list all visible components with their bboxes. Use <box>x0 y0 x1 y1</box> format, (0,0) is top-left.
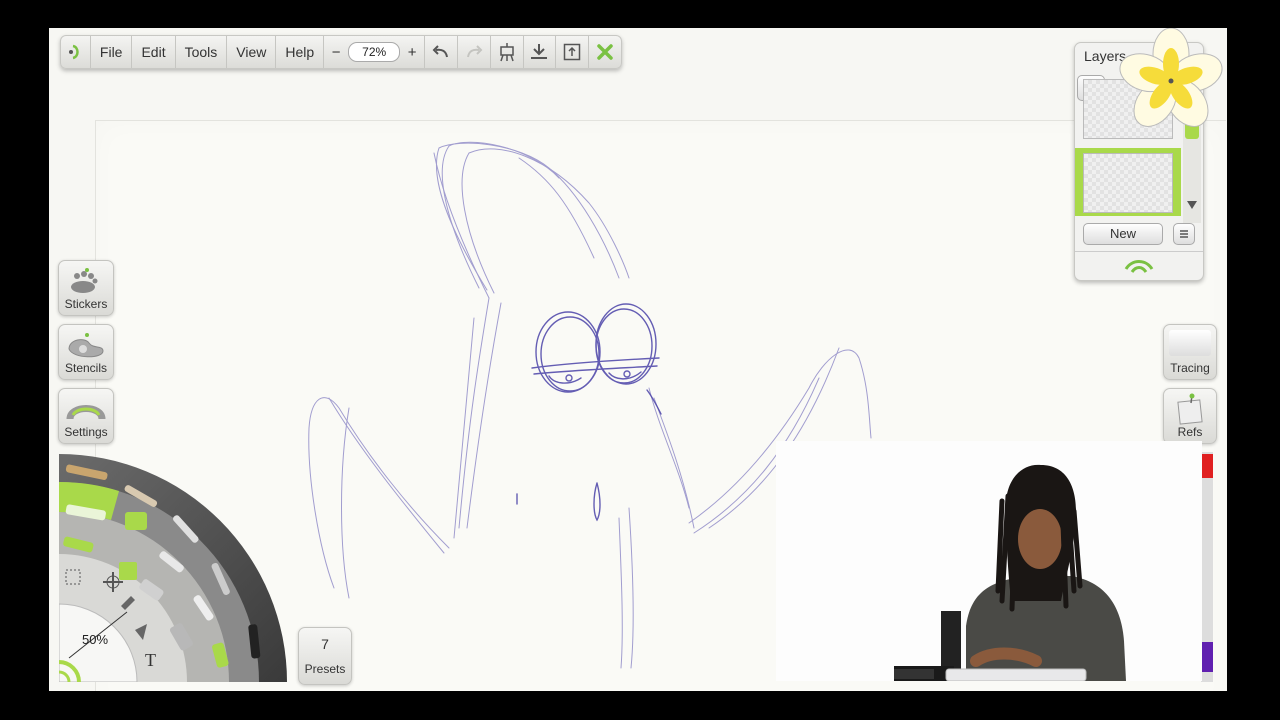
webcam-video-overlay <box>776 441 1202 681</box>
settings-button[interactable]: Settings <box>58 388 114 444</box>
reference-pin-icon <box>1177 393 1203 425</box>
artrage-window: File Edit Tools View Help − 72% + Sticke… <box>49 28 1227 691</box>
flower-logo <box>1119 28 1223 127</box>
layer-menu-button[interactable] <box>1173 223 1195 245</box>
brush-size-percent[interactable]: 50% <box>82 632 108 647</box>
easel-icon[interactable] <box>489 36 523 68</box>
menu-tools[interactable]: Tools <box>174 36 227 68</box>
chalk-icon[interactable] <box>125 512 147 530</box>
tracing-label: Tracing <box>1170 361 1210 375</box>
zoom-in-button[interactable]: + <box>406 44 418 61</box>
stickers-button[interactable]: Stickers <box>58 260 114 316</box>
menu-help[interactable]: Help <box>275 36 323 68</box>
main-toolbar: File Edit Tools View Help − 72% + <box>60 35 622 69</box>
presets-label: Presets <box>304 662 346 676</box>
settings-label: Settings <box>64 425 108 439</box>
artist-video-frame <box>776 441 1202 681</box>
stencils-label: Stencils <box>64 361 108 375</box>
close-icon[interactable] <box>588 36 621 68</box>
scroll-down-icon[interactable] <box>1187 201 1197 209</box>
zoom-control: − 72% + <box>323 36 424 68</box>
glitter-tube-icon[interactable] <box>119 562 137 580</box>
export-icon[interactable] <box>555 36 588 68</box>
refs-button[interactable]: Refs <box>1163 388 1217 444</box>
text-tool-icon[interactable]: T <box>145 650 156 670</box>
tracing-icon <box>1169 330 1211 356</box>
menu-edit[interactable]: Edit <box>131 36 174 68</box>
stickers-label: Stickers <box>64 297 108 311</box>
menu-file[interactable]: File <box>89 36 132 68</box>
redo-icon[interactable] <box>456 36 490 68</box>
menu-view[interactable]: View <box>226 36 275 68</box>
zoom-level-field[interactable]: 72% <box>348 42 401 62</box>
zoom-out-button[interactable]: − <box>330 44 342 61</box>
app-logo-icon[interactable] <box>61 36 90 68</box>
list-icon <box>1180 230 1188 238</box>
stencils-button[interactable]: Stencils <box>58 324 114 380</box>
settings-icon <box>66 405 106 420</box>
stencils-icon <box>68 333 104 358</box>
stickers-icon <box>71 268 98 293</box>
new-layer-button[interactable]: New <box>1083 223 1163 245</box>
layer-thumbnail-selected[interactable] <box>1083 153 1173 213</box>
tracing-button[interactable]: Tracing <box>1163 324 1217 380</box>
refs-label: Refs <box>1177 425 1203 439</box>
import-icon[interactable] <box>522 36 556 68</box>
color-picker-strip[interactable] <box>1201 452 1213 682</box>
presets-count: 7 <box>321 636 329 652</box>
layers-collapse-icon[interactable] <box>1122 257 1156 275</box>
tool-wheel[interactable]: T <box>59 454 289 682</box>
presets-button[interactable]: 7 Presets <box>298 627 352 685</box>
undo-icon[interactable] <box>424 36 457 68</box>
